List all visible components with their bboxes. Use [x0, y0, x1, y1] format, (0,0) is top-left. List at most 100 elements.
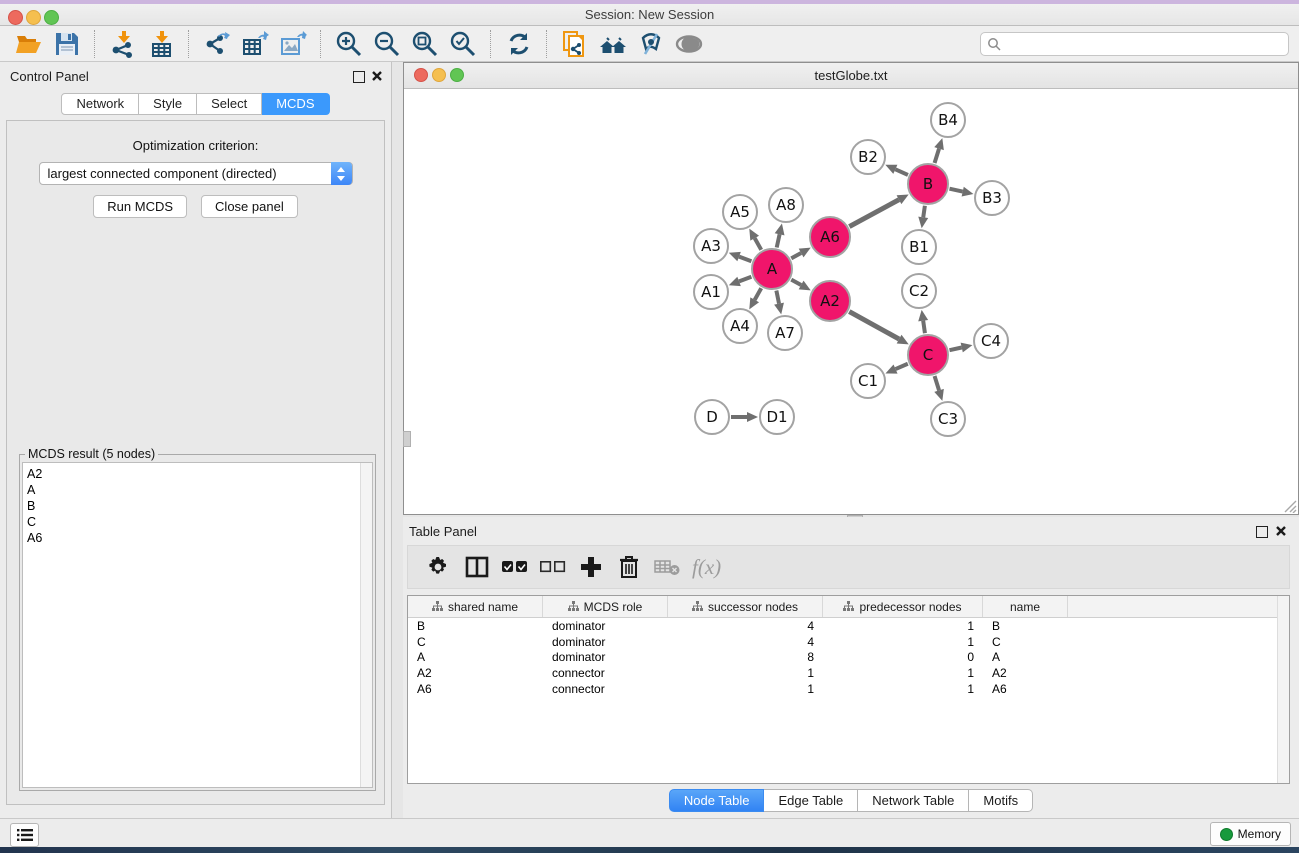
graph-edge-A-A6[interactable] [791, 253, 801, 258]
new-network-from-selection-icon[interactable] [560, 29, 590, 59]
graph-edge-A-A3[interactable] [739, 257, 751, 262]
table-cell[interactable]: connector [543, 682, 668, 696]
refresh-view-icon[interactable] [504, 29, 534, 59]
zoom-out-icon[interactable] [372, 29, 402, 59]
graph-edge-A6-B[interactable] [849, 200, 899, 227]
float-panel-icon[interactable] [353, 71, 365, 83]
delete-column-icon[interactable] [616, 554, 642, 580]
table-cell[interactable]: C [983, 635, 1068, 649]
graph-edge-B-B1[interactable] [923, 206, 925, 218]
zoom-in-icon[interactable] [334, 29, 364, 59]
table-cell[interactable]: 1 [823, 619, 983, 633]
table-cell[interactable]: 8 [668, 650, 823, 664]
zoom-fit-icon[interactable] [410, 29, 440, 59]
float-table-panel-icon[interactable] [1256, 526, 1268, 538]
table-cell[interactable]: A [408, 650, 543, 664]
deselect-all-rows-icon[interactable] [540, 554, 566, 580]
export-table-icon[interactable] [240, 29, 270, 59]
graph-edge-A-A8[interactable] [777, 234, 780, 247]
table-cell[interactable]: 1 [823, 666, 983, 680]
import-table-icon[interactable] [146, 29, 176, 59]
export-image-icon[interactable] [278, 29, 308, 59]
hide-graphics-details-icon[interactable] [636, 29, 666, 59]
table-cell[interactable]: dominator [543, 635, 668, 649]
search-input[interactable] [1001, 36, 1282, 52]
table-row[interactable]: Adominator80A [408, 649, 1289, 665]
tab-network-table[interactable]: Network Table [858, 789, 969, 812]
table-cell[interactable]: A6 [408, 682, 543, 696]
graph-edge-A-A4[interactable] [755, 288, 762, 300]
graph-edge-C-C1[interactable] [896, 364, 908, 369]
column-header[interactable]: successor nodes [668, 596, 823, 617]
table-cell[interactable]: 4 [668, 635, 823, 649]
table-row[interactable]: Bdominator41B [408, 618, 1289, 634]
column-header[interactable]: MCDS role [543, 596, 668, 617]
table-row[interactable]: A6connector11A6 [408, 681, 1289, 697]
table-scrollbar[interactable] [1277, 596, 1289, 783]
table-cell[interactable]: B [408, 619, 543, 633]
close-table-panel-icon[interactable] [1275, 525, 1287, 537]
tab-style[interactable]: Style [139, 93, 197, 115]
column-header[interactable]: name [983, 596, 1068, 617]
table-cell[interactable]: connector [543, 666, 668, 680]
close-panel-button[interactable]: Close panel [201, 195, 298, 218]
table-cell[interactable]: A2 [408, 666, 543, 680]
run-mcds-button[interactable]: Run MCDS [93, 195, 187, 218]
result-list-scrollbar[interactable] [360, 463, 372, 787]
graph-edge-B-B2[interactable] [895, 169, 908, 175]
table-cell[interactable]: dominator [543, 619, 668, 633]
export-network-icon[interactable] [202, 29, 232, 59]
graph-edge-A2-C[interactable] [849, 312, 899, 339]
table-cell[interactable]: 1 [668, 682, 823, 696]
add-column-icon[interactable] [578, 554, 604, 580]
tab-mcds[interactable]: MCDS [262, 93, 329, 115]
column-header[interactable]: shared name [408, 596, 543, 617]
tab-select[interactable]: Select [197, 93, 262, 115]
graph-edge-B-B3[interactable] [949, 189, 962, 192]
table-cell[interactable]: 1 [823, 635, 983, 649]
graph-edge-A-A5[interactable] [755, 238, 762, 250]
table-row[interactable]: Cdominator41C [408, 634, 1289, 650]
table-cell[interactable]: dominator [543, 650, 668, 664]
memory-button[interactable]: Memory [1210, 822, 1291, 846]
graph-edge-A-A2[interactable] [791, 280, 801, 285]
show-graphics-details-icon[interactable] [674, 29, 704, 59]
network-window-titlebar[interactable]: testGlobe.txt [404, 63, 1298, 89]
network-graph[interactable]: AA1A2A3A4A5A6A7A8BB1B2B3B4CC1C2C3C4DD1 [404, 88, 1298, 514]
table-settings-icon[interactable] [426, 554, 452, 580]
table-cell[interactable]: C [408, 635, 543, 649]
table-cell[interactable]: A2 [983, 666, 1068, 680]
column-header[interactable]: predecessor nodes [823, 596, 983, 617]
function-builder-icon[interactable]: f(x) [692, 555, 721, 580]
graph-edge-B-B4[interactable] [935, 149, 939, 163]
close-panel-icon[interactable] [371, 70, 383, 82]
mcds-result-list[interactable]: A2ABCA6 [22, 462, 373, 788]
table-cell[interactable]: 1 [823, 682, 983, 696]
table-cell[interactable]: 0 [823, 650, 983, 664]
first-neighbors-icon[interactable] [598, 29, 628, 59]
result-item[interactable]: A2 [23, 466, 372, 482]
graph-edge-C-C4[interactable] [949, 348, 961, 351]
result-item[interactable]: C [23, 514, 372, 530]
table-cell[interactable]: B [983, 619, 1068, 633]
select-all-rows-icon[interactable] [502, 554, 528, 580]
task-history-button[interactable] [10, 823, 39, 847]
window-resize-handle[interactable] [1284, 500, 1297, 513]
table-cell[interactable]: 4 [668, 619, 823, 633]
graph-edge-C-C3[interactable] [935, 376, 939, 390]
window-titlebar[interactable]: Session: New Session [0, 4, 1299, 26]
tab-motifs[interactable]: Motifs [969, 789, 1033, 812]
table-row[interactable]: A2connector11A2 [408, 665, 1289, 681]
result-item[interactable]: B [23, 498, 372, 514]
criterion-dropdown[interactable]: largest connected component (directed) [39, 162, 353, 185]
delete-table-icon[interactable] [654, 554, 680, 580]
tab-network[interactable]: Network [61, 93, 139, 115]
toggle-panel-layout-icon[interactable] [464, 554, 490, 580]
open-session-icon[interactable] [14, 29, 44, 59]
table-cell[interactable]: 1 [668, 666, 823, 680]
table-cell[interactable]: A [983, 650, 1068, 664]
zoom-selected-icon[interactable] [448, 29, 478, 59]
save-session-icon[interactable] [52, 29, 82, 59]
table-cell[interactable]: A6 [983, 682, 1068, 696]
left-splitter-grip[interactable] [403, 431, 411, 447]
